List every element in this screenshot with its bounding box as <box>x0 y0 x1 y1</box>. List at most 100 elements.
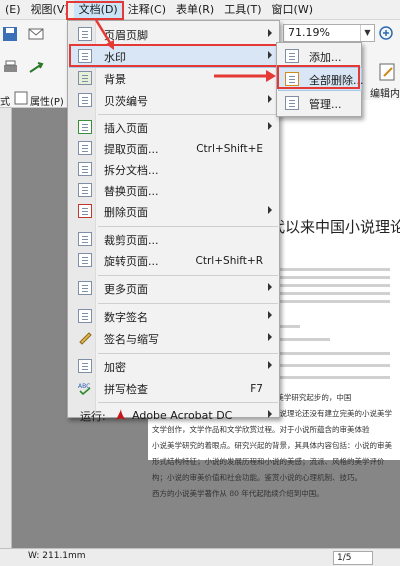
menu-comment[interactable]: 注释(C) <box>123 0 171 20</box>
menu-item-bates[interactable]: 贝茨编号 <box>70 90 277 111</box>
menu-item-background[interactable]: 背景 <box>70 68 277 89</box>
submenu-item-add[interactable]: 添加... <box>279 45 361 67</box>
share-icon[interactable] <box>28 60 46 76</box>
menu-item-label: 加密 <box>104 360 126 374</box>
properties-icon <box>14 91 28 105</box>
menu-item-label: 运行: <box>80 409 106 423</box>
page-width-readout: W: 211.1mm <box>28 551 86 561</box>
submenu-arrow-icon <box>268 361 272 369</box>
submenu-arrow-icon <box>268 311 272 319</box>
save-icon[interactable] <box>2 26 20 42</box>
menu-item-label: 旋转页面... <box>104 254 159 268</box>
menu-tools[interactable]: 工具(T) <box>219 0 266 20</box>
menu-item-shortcut: Ctrl+Shift+E <box>196 142 263 155</box>
menu-separator <box>98 303 278 304</box>
rotate-page-icon <box>78 253 92 267</box>
menu-item-insert-page[interactable]: 插入页面 <box>70 117 277 138</box>
page-paragraph-line: 西方的小说美学著作从 80 年代起陆续介绍到中国。 <box>152 489 324 498</box>
menu-item-extra-label: Adobe Acrobat DC <box>132 409 233 422</box>
email-icon[interactable] <box>28 26 46 42</box>
extract-page-icon <box>78 141 92 155</box>
menu-view[interactable]: 视图(V) <box>26 0 74 20</box>
submenu-item-label: 管理... <box>309 98 342 111</box>
menu-bar: (E) 视图(V) 文档(D) 注释(C) 表单(R) 工具(T) 窗口(W) <box>0 0 400 20</box>
document-title: 代以来中国小说理论 <box>270 218 400 236</box>
menu-item-watermark[interactable]: 水印 <box>69 45 278 68</box>
menu-item-more-pages[interactable]: 更多页面 <box>70 278 277 299</box>
menu-item-label: 提取页面... <box>104 142 159 156</box>
print-icon[interactable] <box>2 60 20 76</box>
menu-item-sign-initials[interactable]: 签名与缩写 <box>70 328 277 349</box>
acrobat-icon <box>114 408 128 422</box>
menu-item-spellcheck[interactable]: ABC 拼写检查 F7 <box>70 378 277 399</box>
watermark-icon <box>78 49 92 63</box>
delete-watermark-icon <box>285 72 299 86</box>
submenu-arrow-icon <box>268 410 272 418</box>
insert-page-icon <box>78 120 92 134</box>
zoom-in-icon[interactable] <box>378 25 396 41</box>
edit-content-label[interactable]: 编辑内 <box>370 85 400 100</box>
digital-signature-icon <box>78 309 92 323</box>
properties-label[interactable]: 属性(P) <box>30 93 64 108</box>
sign-initials-icon <box>78 331 92 345</box>
menu-item-extract-page[interactable]: 提取页面... Ctrl+Shift+E <box>70 138 277 159</box>
submenu-arrow-icon <box>268 29 272 37</box>
menu-item-crop-page[interactable]: 裁剪页面... <box>70 229 277 250</box>
submenu-arrow-icon <box>268 122 272 130</box>
page-paragraph-line: 小说美学研究的着眼点。研究兴起的背景，其具体内容包括：小说的审美 <box>152 441 392 450</box>
menu-document[interactable]: 文档(D) <box>73 0 123 20</box>
zoom-input[interactable]: 71.19% ▼ <box>283 24 375 42</box>
submenu-item-manage[interactable]: 管理... <box>279 92 361 114</box>
menu-item-rotate-page[interactable]: 旋转页面... Ctrl+Shift+R <box>70 250 277 271</box>
page-paragraph-line: 形式结构特征；小说的发展历程和小说的美感；流派、风格的美学评价 <box>152 457 385 466</box>
page-number-value: 1/5 <box>337 553 352 563</box>
menu-item-label: 裁剪页面... <box>104 233 159 247</box>
submenu-item-label: 全部删除... <box>309 74 364 87</box>
encrypt-icon <box>78 359 92 373</box>
menu-separator <box>98 275 278 276</box>
side-panel-strip[interactable] <box>0 108 12 548</box>
submenu-arrow-icon <box>268 95 272 103</box>
menu-separator <box>98 114 278 115</box>
background-icon <box>78 71 92 85</box>
menu-item-shortcut: F7 <box>250 382 263 395</box>
menu-item-label: 更多页面 <box>104 282 148 296</box>
menu-item-shortcut: Ctrl+Shift+R <box>195 254 263 267</box>
spellcheck-icon: ABC <box>78 381 92 396</box>
menu-item-label: 拼写检查 <box>104 382 148 396</box>
menu-window[interactable]: 窗口(W) <box>267 0 318 20</box>
replace-page-icon <box>78 183 92 197</box>
page-number-input[interactable]: 1/5 <box>333 551 373 565</box>
manage-watermark-icon <box>285 96 299 110</box>
menu-item-label: 插入页面 <box>104 121 148 135</box>
menu-item-digital-signature[interactable]: 数字签名 <box>70 306 277 327</box>
menu-item-replace-page[interactable]: 替换页面... <box>70 180 277 201</box>
document-menu: 页眉页脚 水印 背景 贝茨编号 插入页面 提取页面... Ctrl+Shift+… <box>67 20 280 423</box>
menu-separator <box>98 226 278 227</box>
menu-item-encrypt[interactable]: 加密 <box>70 356 277 377</box>
menu-item-label: 删除页面 <box>104 205 148 219</box>
crop-page-icon <box>78 232 92 246</box>
delete-page-icon <box>78 204 92 218</box>
menu-item-header-footer[interactable]: 页眉页脚 <box>70 24 277 45</box>
menu-item-label: 贝茨编号 <box>104 94 148 108</box>
chevron-down-icon[interactable]: ▼ <box>360 25 374 41</box>
watermark-submenu: 添加... 全部删除... 管理... <box>276 42 364 117</box>
status-bar: W: 211.1mm 1/5 <box>0 548 400 566</box>
menu-separator <box>98 402 278 403</box>
menu-item-label: 数字签名 <box>104 310 148 324</box>
submenu-arrow-icon <box>268 206 272 214</box>
menu-item-label: 替换页面... <box>104 184 159 198</box>
menu-form[interactable]: 表单(R) <box>171 0 219 20</box>
split-doc-icon <box>78 162 92 176</box>
fit-label[interactable]: 式 <box>0 93 10 108</box>
submenu-item-delete-all[interactable]: 全部删除... <box>278 67 364 91</box>
menu-item-run-acrobat[interactable]: 运行: Adobe Acrobat DC <box>70 405 277 426</box>
menu-item-label: 水印 <box>104 50 126 64</box>
menu-item-delete-page[interactable]: 删除页面 <box>70 201 277 222</box>
bates-icon <box>78 93 92 107</box>
menu-item-split-doc[interactable]: 拆分文档... <box>70 159 277 180</box>
page-paragraph-line: 构；小说的审美价值和社会功能。鉴赏小说的心理机制、技巧。 <box>152 473 362 482</box>
menu-edit[interactable]: (E) <box>0 0 26 20</box>
edit-content-icon[interactable] <box>378 62 398 82</box>
